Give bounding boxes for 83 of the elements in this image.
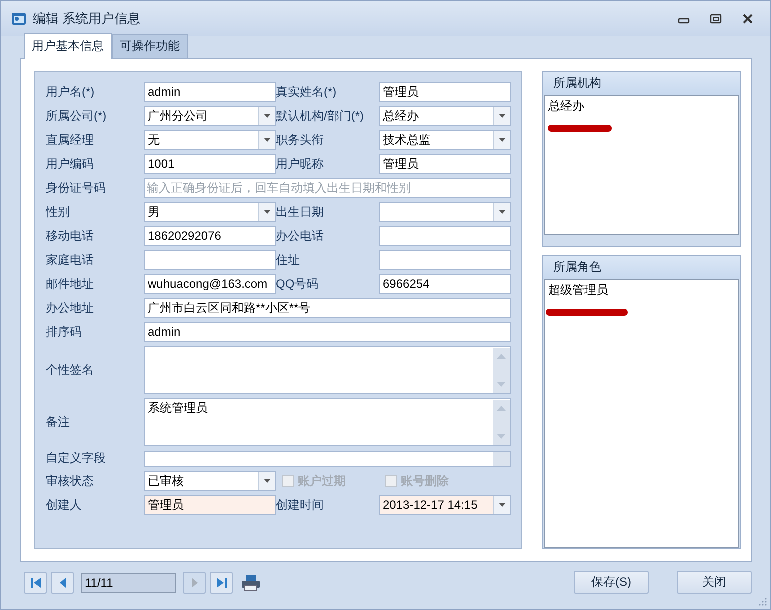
input-field[interactable]: admin <box>144 322 511 342</box>
input-field[interactable]: 广州市白云区同和路**小区**号 <box>144 298 511 318</box>
field-label: 用户编码 <box>46 156 95 172</box>
previous-button[interactable] <box>51 572 74 594</box>
dropdown-field[interactable] <box>379 202 511 222</box>
page-field[interactable]: 11/11 <box>81 572 176 592</box>
caret-icon <box>264 479 270 483</box>
first-button[interactable] <box>24 572 47 594</box>
field-label: 默认机构/部门(*) <box>276 108 365 124</box>
last-icon <box>216 576 228 588</box>
dropdown-field[interactable]: 总经办 <box>379 106 511 126</box>
input-field[interactable] <box>379 226 511 246</box>
dropdown-field[interactable]: 无 <box>144 130 276 150</box>
field-label: 邮件地址 <box>46 276 95 292</box>
field-label: 用户昵称 <box>276 156 325 172</box>
field-label: 办公地址 <box>46 300 95 316</box>
tab[interactable]: 用户基本信息 <box>24 33 112 59</box>
input-field[interactable]: 管理员 <box>144 495 276 515</box>
save-button[interactable]: 保存(S) <box>574 571 649 594</box>
dropdown-field[interactable]: 男 <box>144 202 276 222</box>
list-item[interactable]: 超级管理员 <box>548 282 608 299</box>
input-field[interactable]: 管理员 <box>379 82 511 102</box>
text-area[interactable] <box>144 346 511 394</box>
dropdown-field[interactable]: 2013-12-17 14:15 <box>379 495 511 515</box>
printer-icon[interactable] <box>241 574 261 592</box>
field-label: 出生日期 <box>276 204 325 220</box>
close-button[interactable]: 关闭 <box>677 571 752 594</box>
window-title: 编辑 系统用户信息 <box>33 10 141 28</box>
input-field[interactable] <box>379 250 511 270</box>
redaction-mark <box>548 125 612 132</box>
field-label: 移动电话 <box>46 228 95 244</box>
dropdown-field[interactable]: 技术总监 <box>379 130 511 150</box>
field-label: 性别 <box>46 204 71 220</box>
field-label: 创建人 <box>46 496 83 514</box>
text-area[interactable]: 系统管理员 <box>144 398 511 446</box>
scroll-down-icon[interactable] <box>497 434 506 439</box>
field-label: 真实姓名(*) <box>276 84 338 100</box>
caret-icon <box>498 138 506 142</box>
field-label: 审核状态 <box>46 472 95 490</box>
list-item[interactable]: 总经办 <box>548 98 584 115</box>
scroll-up-icon[interactable] <box>497 354 506 359</box>
group-title: 所属角色 <box>543 256 740 279</box>
field-label: 创建时间 <box>276 496 325 514</box>
tab[interactable]: 可操作功能 <box>112 34 188 58</box>
caret-icon <box>264 210 270 214</box>
field-label: 身份证号码 <box>46 180 107 196</box>
caret-icon <box>498 210 506 214</box>
caret-icon <box>264 114 270 118</box>
input-field[interactable]: wuhuacong@163.com <box>144 274 276 294</box>
field-label: 个性签名 <box>46 362 95 378</box>
field-label: 办公电话 <box>276 228 325 244</box>
scroll-up-icon[interactable] <box>497 406 506 411</box>
input-field[interactable]: 1001 <box>144 154 276 174</box>
caret-icon <box>498 503 506 507</box>
caret-icon <box>498 114 506 118</box>
last-button[interactable] <box>210 572 233 594</box>
field-label: 职务头衔 <box>276 132 325 148</box>
input-field[interactable]: admin <box>144 82 276 102</box>
group-title: 所属机构 <box>543 72 740 95</box>
resize-grip-icon[interactable] <box>759 598 767 606</box>
first-icon <box>30 576 42 588</box>
app-icon <box>11 10 27 26</box>
field-label: QQ号码 <box>276 276 320 292</box>
input-field[interactable]: 18620292076 <box>144 226 276 246</box>
field-label: 自定义字段 <box>46 450 107 467</box>
field-label: 住址 <box>276 252 301 268</box>
maximize-icon[interactable] <box>710 14 722 24</box>
close-icon[interactable] <box>742 14 754 24</box>
input-field[interactable]: 6966254 <box>379 274 511 294</box>
dropdown-field[interactable]: 广州分公司 <box>144 106 276 126</box>
field-label: 用户名(*) <box>46 84 96 100</box>
input-field[interactable] <box>144 450 511 466</box>
field-label: 排序码 <box>46 324 83 340</box>
dropdown-field[interactable]: 已审核 <box>144 471 276 491</box>
field-label: 备注 <box>46 414 71 430</box>
caret-icon <box>264 138 270 142</box>
scroll-down-icon[interactable] <box>497 382 506 387</box>
field-label: 家庭电话 <box>46 252 95 268</box>
next-button[interactable] <box>183 572 206 594</box>
input-field[interactable]: 管理员 <box>379 154 511 174</box>
input-field[interactable] <box>144 250 276 270</box>
field-label: 所属公司(*) <box>46 108 108 124</box>
field-label: 直属经理 <box>46 132 95 148</box>
